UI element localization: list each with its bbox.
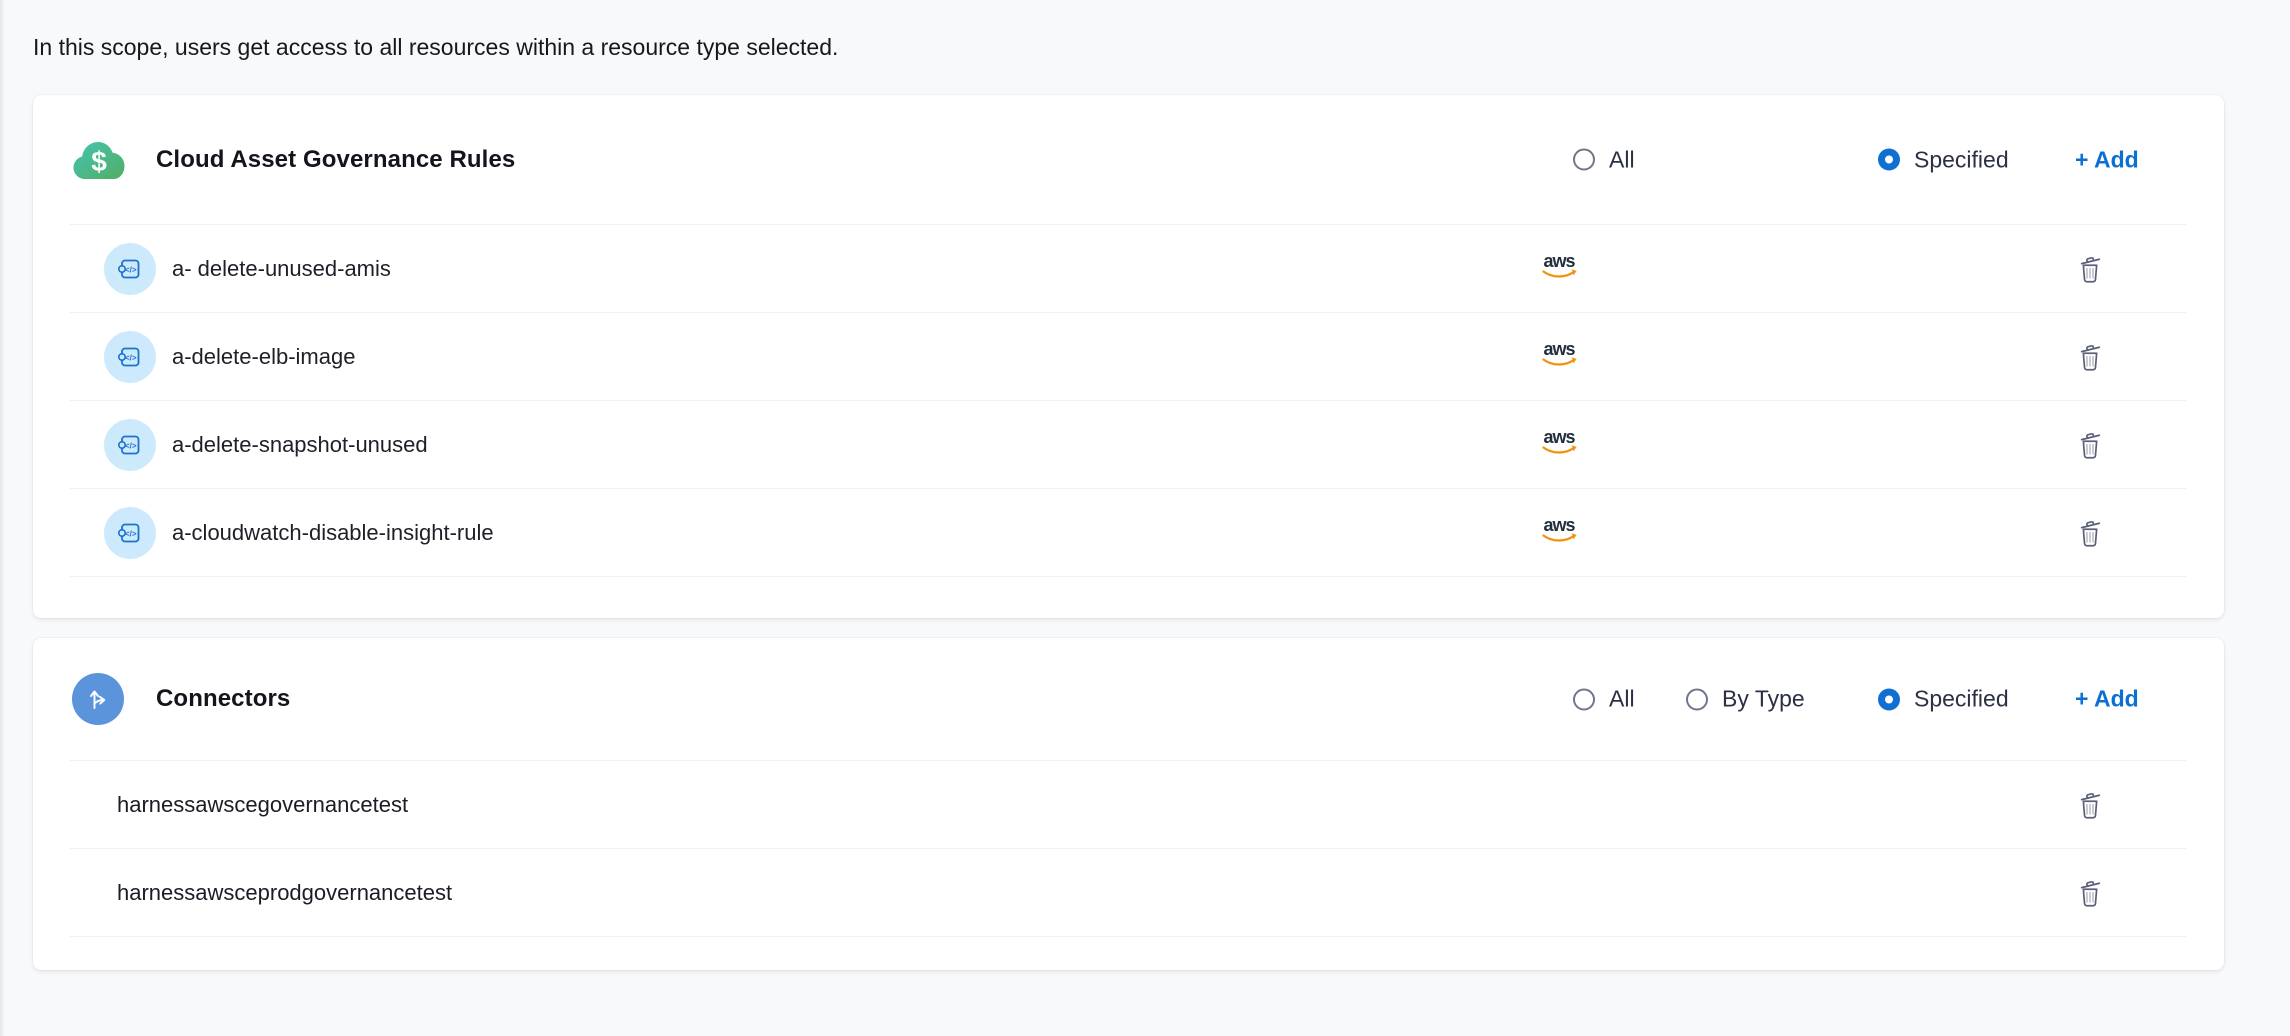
connectors-card-title: Connectors xyxy=(156,685,290,713)
governance-radio-option-all[interactable]: All xyxy=(1573,146,1635,173)
scope-description: In this scope, users get access to all r… xyxy=(33,34,838,61)
svg-text:</>: </> xyxy=(125,529,137,538)
aws-logo-icon: aws xyxy=(1540,252,1578,286)
connectors-radio-option-by-type[interactable]: By Type xyxy=(1686,686,1805,713)
trash-icon xyxy=(2077,254,2103,284)
governance-add-button[interactable]: + Add xyxy=(2075,146,2139,173)
trash-icon xyxy=(2077,342,2103,372)
governance-rule-icon: </> xyxy=(104,507,156,559)
connectors-radio-option-specified[interactable]: Specified xyxy=(1878,686,2009,713)
rule-name: a-delete-elb-image xyxy=(172,344,355,370)
trash-icon xyxy=(2077,430,2103,460)
trash-icon xyxy=(2077,790,2103,820)
radio-label-by-type: By Type xyxy=(1722,686,1805,713)
row-divider xyxy=(70,936,2186,937)
radio-label-specified: Specified xyxy=(1914,686,2009,713)
rule-row: </> a-cloudwatch-disable-insight-rule aw… xyxy=(33,489,2224,576)
governance-card-header: $ Cloud Asset Governance Rules All Speci… xyxy=(33,95,2224,224)
row-divider xyxy=(70,576,2186,577)
radio-unselected-icon[interactable] xyxy=(1573,688,1595,710)
connector-name: harnessawscegovernancetest xyxy=(117,792,408,818)
delete-rule-button[interactable] xyxy=(2073,340,2107,374)
governance-rules-card: $ Cloud Asset Governance Rules All Speci… xyxy=(33,95,2224,618)
svg-text:aws: aws xyxy=(1543,252,1575,271)
connector-name: harnessawsceprodgovernancetest xyxy=(117,880,452,906)
rule-name: a-cloudwatch-disable-insight-rule xyxy=(172,520,494,546)
connector-branch-icon xyxy=(72,673,124,725)
governance-rule-icon: </> xyxy=(104,419,156,471)
delete-rule-button[interactable] xyxy=(2073,252,2107,286)
svg-text:</>: </> xyxy=(125,441,137,450)
rule-name: a- delete-unused-amis xyxy=(172,256,391,282)
aws-logo-icon: aws xyxy=(1540,340,1578,374)
radio-unselected-icon[interactable] xyxy=(1573,149,1595,171)
connector-row: harnessawscegovernancetest xyxy=(33,761,2224,848)
radio-label-specified: Specified xyxy=(1914,146,2009,173)
svg-text:aws: aws xyxy=(1543,340,1575,359)
trash-icon xyxy=(2077,878,2103,908)
radio-unselected-icon[interactable] xyxy=(1686,688,1708,710)
radio-label-all: All xyxy=(1609,146,1635,173)
radio-selected-icon[interactable] xyxy=(1878,688,1900,710)
aws-logo-icon: aws xyxy=(1540,516,1578,550)
governance-card-title: Cloud Asset Governance Rules xyxy=(156,146,515,174)
svg-text:$: $ xyxy=(91,146,107,177)
cloud-dollar-icon: $ xyxy=(70,138,128,182)
rule-row: </> a-delete-elb-image aws xyxy=(33,313,2224,400)
svg-text:</>: </> xyxy=(125,265,137,274)
trash-icon xyxy=(2077,518,2103,548)
delete-connector-button[interactable] xyxy=(2073,876,2107,910)
connectors-card: Connectors All By Type Specified + Add h… xyxy=(33,638,2224,970)
delete-rule-button[interactable] xyxy=(2073,516,2107,550)
rule-row: </> a-delete-snapshot-unused aws xyxy=(33,401,2224,488)
delete-connector-button[interactable] xyxy=(2073,788,2107,822)
delete-rule-button[interactable] xyxy=(2073,428,2107,462)
rule-name: a-delete-snapshot-unused xyxy=(172,432,428,458)
governance-rule-icon: </> xyxy=(104,331,156,383)
governance-rule-icon: </> xyxy=(104,243,156,295)
svg-text:</>: </> xyxy=(125,353,137,362)
connector-row: harnessawsceprodgovernancetest xyxy=(33,849,2224,936)
svg-text:aws: aws xyxy=(1543,428,1575,447)
aws-logo-icon: aws xyxy=(1540,428,1578,462)
connectors-add-button[interactable]: + Add xyxy=(2075,686,2139,713)
radio-label-all: All xyxy=(1609,686,1635,713)
connectors-radio-option-all[interactable]: All xyxy=(1573,686,1635,713)
rule-row: </> a- delete-unused-amis aws xyxy=(33,225,2224,312)
radio-selected-icon[interactable] xyxy=(1878,149,1900,171)
connectors-card-header: Connectors All By Type Specified + Add xyxy=(33,638,2224,760)
governance-radio-option-specified[interactable]: Specified xyxy=(1878,146,2009,173)
svg-text:aws: aws xyxy=(1543,516,1575,535)
